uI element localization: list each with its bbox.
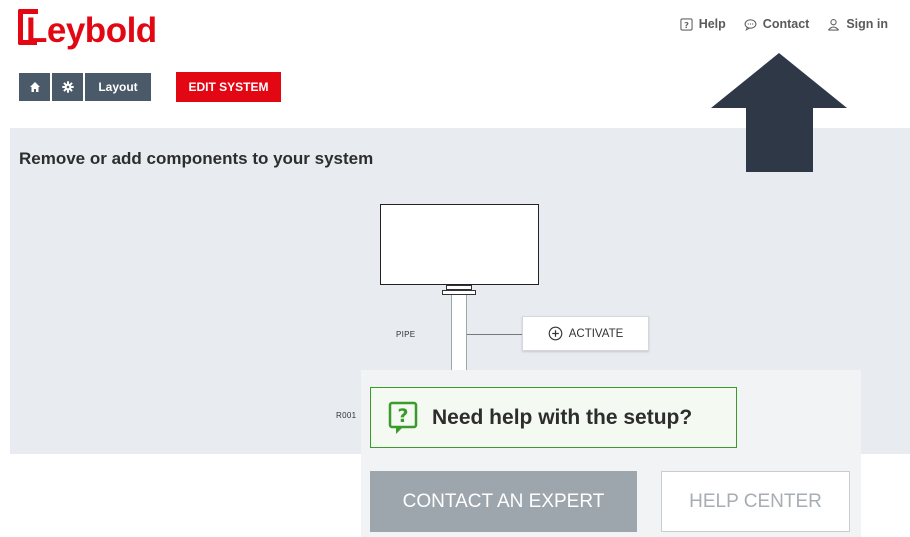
activate-label: ACTIVATE (568, 327, 624, 340)
help-link-label: Help (698, 17, 726, 31)
help-square-icon: ? (388, 401, 418, 434)
contact-link[interactable]: Contact (744, 17, 810, 31)
svg-text:?: ? (684, 19, 689, 29)
plus-circle-icon (548, 326, 563, 341)
help-prompt-title: Need help with the setup? (432, 405, 693, 429)
logo-text: Leybold (26, 11, 157, 50)
edit-system-button[interactable]: EDIT SYSTEM (176, 72, 281, 102)
pipe-connector-line (467, 334, 522, 335)
contact-expert-button[interactable]: CONTACT AN EXPERT (370, 471, 637, 532)
chat-bubble-icon (744, 18, 757, 31)
home-button[interactable] (19, 73, 50, 101)
panel-title: Remove or add components to your system (19, 149, 374, 168)
help-link[interactable]: ? Help (680, 17, 726, 31)
help-prompt-card: ? Need help with the setup? (370, 387, 737, 448)
sign-in-link-label: Sign in (846, 17, 888, 31)
contact-link-label: Contact (762, 17, 810, 31)
top-navigation: ? Help Contact Sign in (680, 17, 888, 31)
pipe-label: PIPE (396, 330, 416, 339)
home-icon (29, 82, 40, 92)
help-popup: ? Need help with the setup? CONTACT AN E… (361, 370, 861, 537)
pipe-component[interactable] (451, 295, 467, 373)
layout-button[interactable]: Layout (85, 73, 151, 101)
toolbar: Layout EDIT SYSTEM (19, 72, 281, 102)
settings-button[interactable] (52, 73, 83, 101)
help-square-icon: ? (680, 17, 693, 31)
svg-text:?: ? (397, 405, 408, 427)
sign-in-link[interactable]: Sign in (827, 17, 888, 31)
r001-label: R001 (336, 411, 357, 420)
gear-icon (61, 81, 74, 93)
help-center-button[interactable]: HELP CENTER (661, 471, 850, 532)
vacuum-chamber[interactable] (380, 204, 539, 285)
arrow-up-icon (711, 53, 847, 172)
user-icon (828, 18, 840, 31)
leybold-logo[interactable]: Leybold (18, 8, 157, 50)
activate-button[interactable]: ACTIVATE (522, 316, 649, 351)
